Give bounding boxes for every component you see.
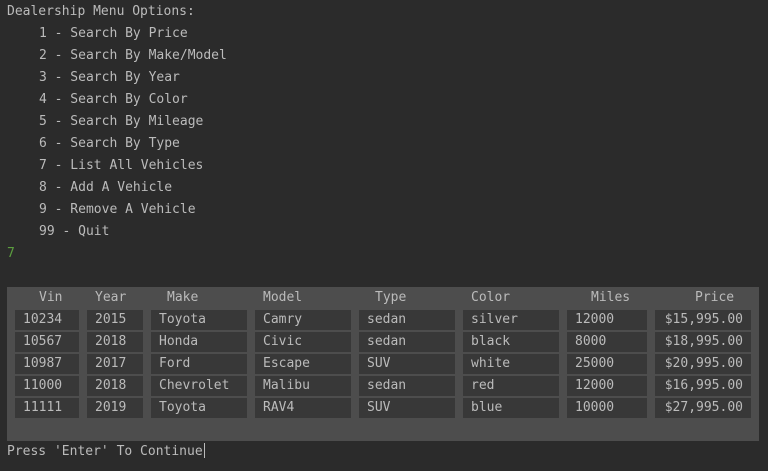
- table-row: 11000 2018 Chevrolet Malibu sedan red 12000 $16…: [7, 375, 759, 397]
- cell-color: white: [463, 354, 559, 374]
- cell-model: Escape: [255, 354, 351, 374]
- cell-year: 2018: [87, 332, 143, 352]
- cell-miles: 10000: [567, 398, 647, 418]
- cell-make: Toyota: [151, 310, 247, 330]
- column-header-vin: Vin: [39, 290, 63, 305]
- cell-year: 2015: [87, 310, 143, 330]
- column-header-color: Color: [471, 290, 511, 305]
- menu-title: Dealership Menu Options:: [7, 4, 195, 19]
- cell-model: Civic: [255, 332, 351, 352]
- menu-item-quit: 99 - Quit: [39, 224, 110, 239]
- column-header-make: Make: [167, 290, 199, 305]
- cell-vin: 10567: [15, 332, 79, 352]
- continue-prompt-text: Press 'Enter' To Continue: [7, 444, 203, 459]
- cell-make: Ford: [151, 354, 247, 374]
- cell-type: sedan: [359, 310, 455, 330]
- table-row: 10234 2015 Toyota Camry sedan silver 12000 $15,…: [7, 309, 759, 331]
- column-header-year: Year: [95, 290, 127, 305]
- cell-type: SUV: [359, 354, 455, 374]
- cell-color: black: [463, 332, 559, 352]
- menu-item-search-make-model: 2 - Search By Make/Model: [39, 48, 227, 63]
- continue-prompt[interactable]: Press 'Enter' To Continue: [7, 441, 205, 463]
- table-row: 10987 2017 Ford Escape SUV white 25000 $20,995.…: [7, 353, 759, 375]
- menu-item-add-vehicle: 8 - Add A Vehicle: [39, 180, 173, 195]
- cell-miles: 12000: [567, 376, 647, 396]
- user-input-echo: 7: [7, 246, 15, 261]
- cell-price: $18,995.00: [655, 332, 751, 352]
- cell-year: 2019: [87, 398, 143, 418]
- cell-year: 2018: [87, 376, 143, 396]
- cell-vin: 10987: [15, 354, 79, 374]
- column-header-type: Type: [375, 290, 407, 305]
- cell-color: silver: [463, 310, 559, 330]
- menu-item-search-price: 1 - Search By Price: [39, 26, 188, 41]
- cell-year: 2017: [87, 354, 143, 374]
- menu-item-search-year: 3 - Search By Year: [39, 70, 180, 85]
- column-header-miles: Miles: [591, 290, 631, 305]
- menu-item-list-all: 7 - List All Vehicles: [39, 158, 204, 173]
- vehicle-table: Vin Year Make Model Type Color Miles Pri…: [7, 287, 759, 441]
- cell-miles: 25000: [567, 354, 647, 374]
- cell-miles: 8000: [567, 332, 647, 352]
- column-header-model: Model: [263, 290, 303, 305]
- table-row: 10567 2018 Honda Civic sedan black 8000 $18,995…: [7, 331, 759, 353]
- cell-model: Camry: [255, 310, 351, 330]
- column-header-price: Price: [695, 290, 735, 305]
- cell-color: red: [463, 376, 559, 396]
- cell-vin: 11000: [15, 376, 79, 396]
- cell-model: RAV4: [255, 398, 351, 418]
- table-row: 11111 2019 Toyota RAV4 SUV blue 10000 $27,995.0…: [7, 397, 759, 419]
- cell-miles: 12000: [567, 310, 647, 330]
- menu-item-search-color: 4 - Search By Color: [39, 92, 188, 107]
- cell-price: $20,995.00: [655, 354, 751, 374]
- cell-type: SUV: [359, 398, 455, 418]
- cell-price: $27,995.00: [655, 398, 751, 418]
- menu-item-search-mileage: 5 - Search By Mileage: [39, 114, 204, 129]
- cell-type: sedan: [359, 376, 455, 396]
- cell-price: $15,995.00: [655, 310, 751, 330]
- menu-item-remove-vehicle: 9 - Remove A Vehicle: [39, 202, 196, 217]
- table-header: Vin Year Make Model Type Color Miles Pri…: [7, 287, 759, 309]
- cell-vin: 11111: [15, 398, 79, 418]
- text-cursor: [203, 443, 205, 458]
- cell-type: sedan: [359, 332, 455, 352]
- cell-price: $16,995.00: [655, 376, 751, 396]
- cell-make: Honda: [151, 332, 247, 352]
- cell-model: Malibu: [255, 376, 351, 396]
- cell-vin: 10234: [15, 310, 79, 330]
- menu-item-search-type: 6 - Search By Type: [39, 136, 180, 151]
- cell-make: Toyota: [151, 398, 247, 418]
- cell-color: blue: [463, 398, 559, 418]
- cell-make: Chevrolet: [151, 376, 247, 396]
